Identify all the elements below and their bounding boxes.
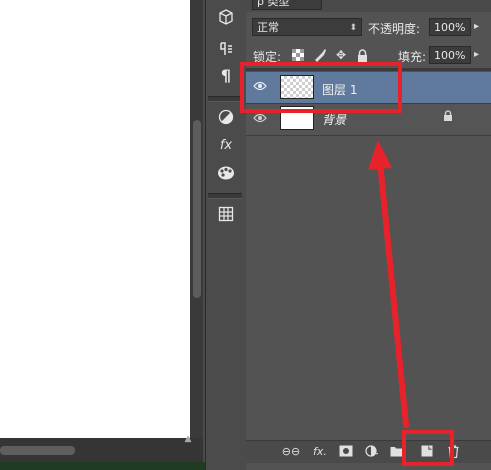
scroll-arrow-icon[interactable]: ▲ — [178, 434, 198, 448]
fx-icon[interactable]: fx. — [311, 444, 329, 458]
layer-name: 背景 — [322, 113, 347, 127]
highlight-box-layer — [240, 62, 402, 113]
lock-icon — [443, 110, 453, 125]
vertical-scroll-thumb[interactable] — [193, 120, 201, 298]
opacity-label: 不透明度: — [368, 22, 421, 36]
horizontal-scroll-thumb[interactable] — [0, 446, 75, 455]
fill-input[interactable]: 100% — [429, 46, 471, 64]
lock-all-icon[interactable] — [355, 48, 369, 62]
mask-icon[interactable] — [337, 444, 355, 458]
canvas[interactable] — [0, 0, 190, 438]
swatches-icon[interactable] — [212, 162, 240, 184]
annotation-arrow — [368, 140, 409, 428]
opacity-input[interactable]: 100% — [429, 18, 471, 36]
link-icon[interactable]: ⊖⊖ — [282, 444, 300, 458]
dock-divider — [208, 96, 242, 102]
highlight-box-new-layer-button — [402, 430, 454, 466]
eye-icon[interactable] — [251, 112, 269, 126]
styles-icon[interactable]: fx — [212, 134, 240, 156]
3d-icon[interactable] — [212, 6, 240, 28]
fill-label: 填充: — [398, 50, 427, 64]
filter-type-dropdown[interactable]: ρ 类型 — [252, 0, 322, 10]
filter-type-label: 类型 — [267, 0, 290, 8]
pilcrow-icon[interactable]: ¶ — [212, 64, 240, 86]
blend-mode-value: 正常 — [257, 21, 279, 34]
lock-image-pixels-icon[interactable] — [313, 48, 327, 62]
blend-mode-dropdown[interactable]: 正常 ⬍ — [252, 18, 362, 36]
lock-transparent-pixels-icon[interactable] — [291, 48, 305, 62]
grid-icon[interactable] — [212, 203, 240, 225]
updown-arrow-icon: ⬍ — [349, 23, 357, 33]
adjustments-icon[interactable] — [212, 106, 240, 128]
chevron-right-icon[interactable]: ▸ — [474, 49, 479, 60]
chevron-right-icon[interactable]: ▸ — [474, 21, 479, 32]
dock-divider — [208, 193, 242, 199]
paragraph-icon[interactable] — [212, 38, 240, 60]
lock-position-icon[interactable]: ✥ — [334, 48, 348, 62]
adjustment-layer-icon[interactable] — [363, 444, 381, 458]
